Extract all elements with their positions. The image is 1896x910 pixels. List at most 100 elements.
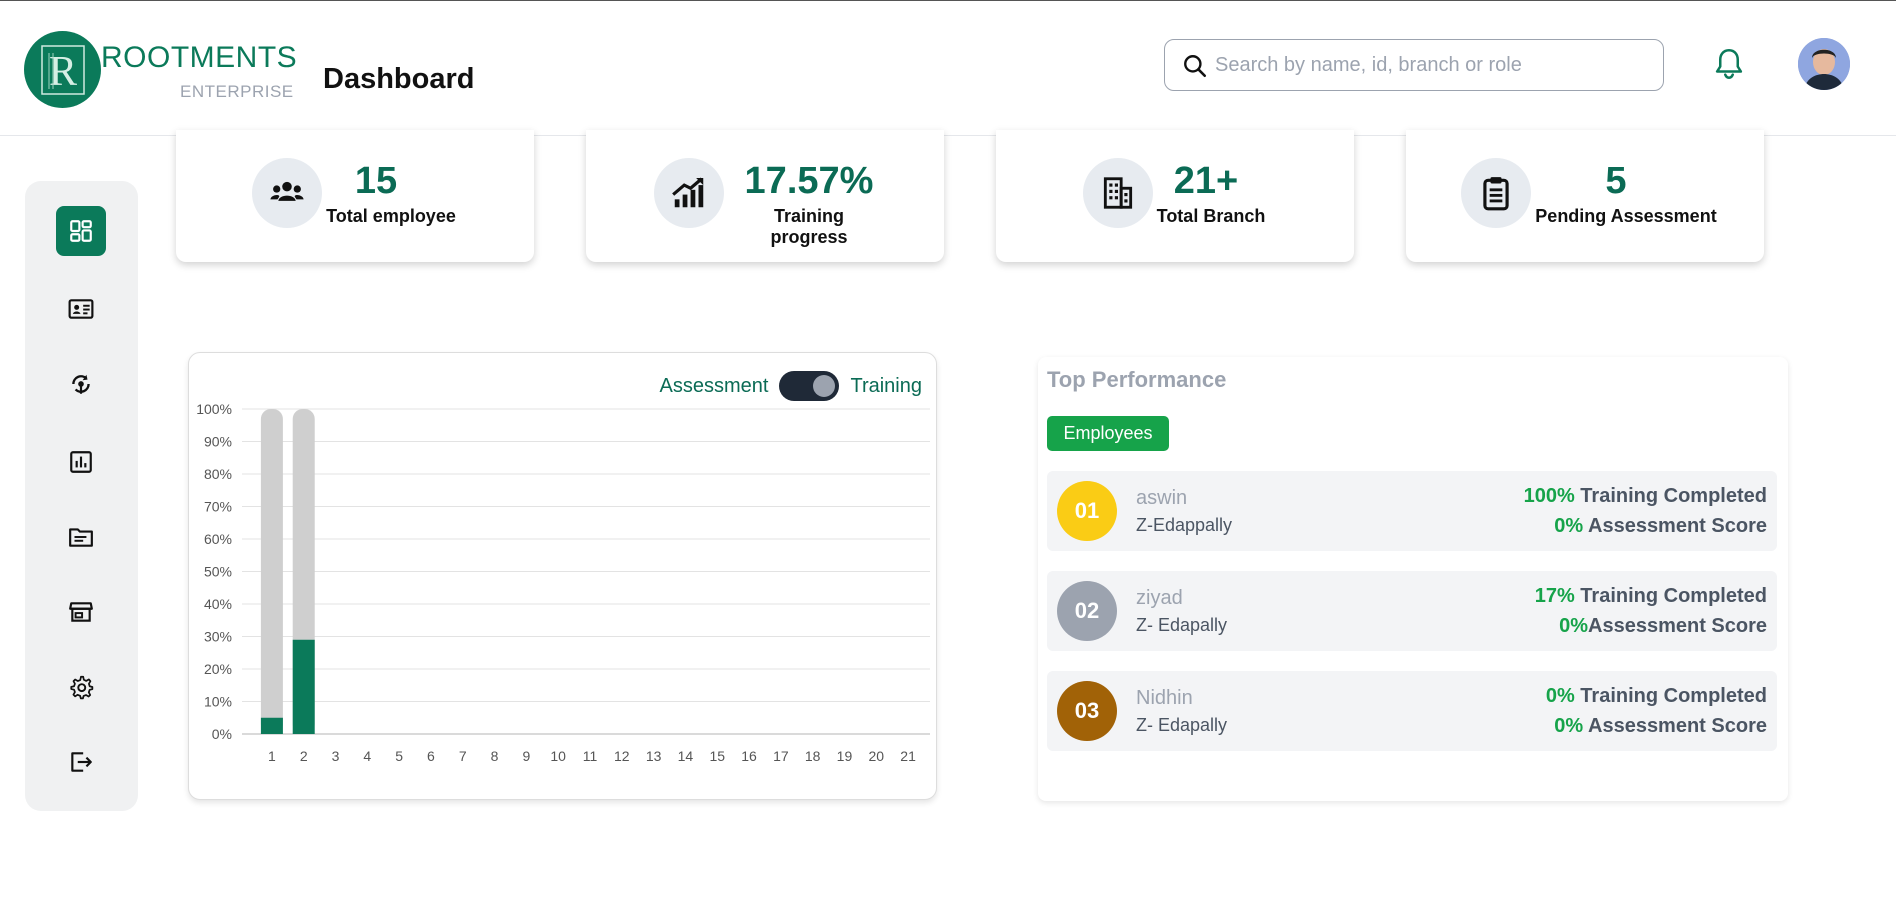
training-label: Training Completed: [1574, 585, 1767, 607]
avatar-portrait-icon: [1798, 38, 1850, 90]
x-tick-label: 20: [868, 748, 884, 764]
stat-label: Total employee: [326, 206, 456, 226]
training-pct: 0%: [1545, 685, 1575, 707]
sidebar-item-branches[interactable]: [56, 587, 106, 637]
x-tick-label: 7: [459, 748, 467, 764]
stat-label: Total Branch: [1156, 206, 1266, 226]
stat-icon-wrap: [1083, 158, 1153, 228]
y-tick-label: 0%: [212, 726, 232, 742]
x-tick-label: 16: [741, 748, 757, 764]
search-input[interactable]: [1215, 48, 1645, 82]
sidebar-item-employees[interactable]: [56, 284, 106, 334]
id-card-icon: [68, 299, 94, 319]
gear-icon: [70, 675, 94, 700]
progress-chart-card: 0% 10% 20% 30% 40% 50% 60% 70% 80% 90% 100% 1 2 3 4 5 6 7…: [188, 352, 937, 800]
performer-branch: Z- Edapally: [1136, 715, 1228, 735]
sidebar-item-files[interactable]: [56, 512, 106, 562]
logout-icon: [71, 752, 92, 772]
stat-card-training-progress: 17.57% Training progress: [586, 130, 944, 262]
store-icon: [69, 602, 93, 622]
stat-value: 5: [1605, 160, 1627, 202]
brand-name: ROOTMENTS: [101, 41, 298, 74]
y-tick-label: 50%: [204, 564, 232, 580]
sidebar-item-logout[interactable]: [56, 737, 106, 787]
rank-badge: 01: [1057, 481, 1117, 541]
stat-icon-wrap: [1461, 158, 1531, 228]
x-tick-label: 8: [491, 748, 499, 764]
performer-row[interactable]: 01 aswin Z-Edappally 100% Training Compl…: [1047, 471, 1777, 551]
toggle-label-training[interactable]: Training: [850, 375, 922, 398]
stat-icon-wrap: [654, 158, 724, 228]
assessment-label: Assessment Score: [1588, 615, 1767, 637]
assessment-pct: 0%: [1554, 715, 1584, 737]
chart-mode-toggle[interactable]: Assessment Training: [660, 371, 922, 401]
x-tick-label: 10: [550, 748, 566, 764]
y-tick-label: 90%: [204, 434, 232, 450]
x-tick-label: 17: [773, 748, 789, 764]
bell-icon[interactable]: [1714, 47, 1744, 81]
performer-branch: Z-Edappally: [1136, 515, 1233, 535]
logo-mark-icon: R: [40, 44, 85, 95]
toggle-knob: [813, 375, 836, 397]
user-avatar[interactable]: [1798, 38, 1850, 90]
performer-row[interactable]: 02 ziyad Z- Edapally 17% Training Comple…: [1047, 571, 1777, 651]
top-header: R ROOTMENTS ENTERPRISE Dashboard: [0, 1, 1896, 136]
training-pct: 100%: [1523, 485, 1575, 507]
search-icon: [1184, 55, 1207, 78]
x-tick-label: 21: [900, 748, 916, 764]
assessment-score-text: 0% Assessment Score: [1554, 715, 1767, 738]
users-icon: [270, 181, 304, 201]
toggle-switch[interactable]: [779, 371, 840, 401]
x-tick-label: 4: [363, 748, 371, 764]
y-tick-label: 80%: [204, 466, 232, 482]
x-tick-label: 12: [614, 748, 630, 764]
background-bar: [260, 409, 283, 734]
y-tick-label: 30%: [204, 629, 232, 645]
sidebar-item-reports[interactable]: [56, 437, 106, 487]
stat-icon-wrap: [252, 158, 322, 228]
y-tick-label: 40%: [204, 596, 232, 612]
training-label: Training Completed: [1574, 685, 1767, 707]
top-performance-card: Top Performance Employees 01 aswin Z-Eda…: [1038, 357, 1788, 801]
x-tick-label: 6: [427, 748, 435, 764]
toggle-label-assessment[interactable]: Assessment: [660, 375, 769, 398]
x-tick-label: 15: [709, 748, 725, 764]
training-label: Training Completed: [1574, 485, 1767, 507]
x-tick-label: 14: [678, 748, 694, 764]
sidebar-item-training[interactable]: [56, 359, 106, 409]
stat-value: 15: [354, 160, 398, 202]
training-completed-text: 0% Training Completed: [1546, 685, 1767, 708]
brand-subtitle: ENTERPRISE: [180, 82, 294, 101]
sidebar-item-settings[interactable]: [56, 662, 106, 712]
building-icon: [1103, 177, 1133, 209]
data-bar: [292, 639, 315, 734]
stat-card-total-branch: 21+ Total Branch: [996, 130, 1354, 262]
progress-bar-chart: 0%10%20%30%40%50%60%70%80%90%100%1 2 3 4 5 6 7…: [196, 401, 930, 764]
brand-logo[interactable]: R: [24, 31, 101, 108]
y-tick-label: 20%: [204, 661, 232, 677]
stat-value: 21+: [1173, 160, 1239, 202]
assessment-label: Assessment Score: [1583, 715, 1767, 737]
assessment-pct: 0%: [1554, 515, 1584, 537]
stat-card-total-employee: 15 Total employee: [176, 130, 534, 262]
rank-badge: 02: [1057, 581, 1117, 641]
performer-row[interactable]: 03 Nidhin Z- Edapally 0% Training Comple…: [1047, 671, 1777, 751]
sidebar-item-dashboard[interactable]: [56, 206, 106, 256]
training-completed-text: 100% Training Completed: [1524, 485, 1767, 508]
growth-chart-icon: [672, 177, 704, 208]
search-box[interactable]: [1164, 39, 1664, 91]
x-tick-label: 3: [332, 748, 340, 764]
x-tick-label: 1: [268, 748, 276, 764]
x-tick-label: 5: [395, 748, 403, 764]
assessment-score-text: 0% Assessment Score: [1554, 515, 1767, 538]
y-tick-label: 10%: [204, 694, 232, 710]
page-title: Dashboard: [323, 63, 475, 95]
stat-label: Training progress: [770, 206, 848, 247]
y-tick-label: 100%: [196, 401, 232, 417]
tab-employees[interactable]: Employees: [1047, 416, 1169, 451]
sidebar: [25, 181, 138, 811]
x-tick-label: 9: [522, 748, 530, 764]
assessment-label: Assessment Score: [1583, 515, 1767, 537]
x-tick-label: 13: [646, 748, 662, 764]
assessment-score-text: 0%Assessment Score: [1559, 615, 1767, 638]
